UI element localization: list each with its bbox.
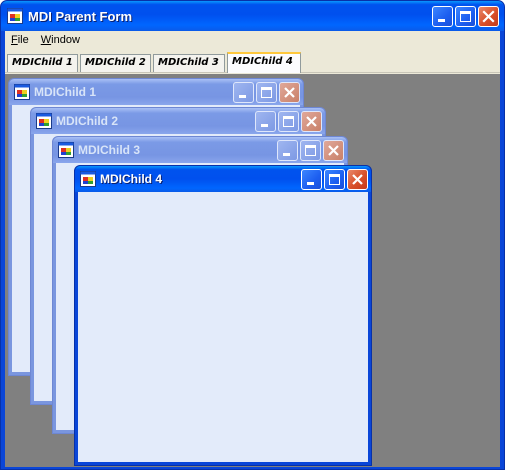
minimize-button[interactable] (432, 6, 453, 27)
close-button[interactable] (301, 111, 322, 132)
maximize-icon (261, 87, 272, 98)
minimize-button[interactable] (255, 111, 276, 132)
caption-buttons (301, 169, 368, 190)
caption-buttons (432, 6, 499, 27)
maximize-icon (305, 145, 316, 156)
minimize-icon (438, 19, 445, 22)
caption-buttons (233, 82, 300, 103)
maximize-button[interactable] (455, 6, 476, 27)
menu-file[interactable]: File (5, 31, 35, 50)
mdi-child-window-4[interactable]: MDIChild 4 (74, 165, 372, 466)
maximize-button[interactable] (300, 140, 321, 161)
caption-buttons (277, 140, 344, 161)
app-form-icon[interactable] (7, 8, 23, 24)
mdi-container: MDIChild 1 MDIChild 2 MDIChild 3 MDIChil… (5, 74, 500, 467)
close-button[interactable] (279, 82, 300, 103)
menu-window[interactable]: Window (35, 31, 86, 50)
child-client-area[interactable] (78, 192, 368, 462)
app-form-icon[interactable] (80, 171, 96, 187)
close-icon (306, 116, 317, 127)
close-button[interactable] (347, 169, 368, 190)
child-title: MDIChild 1 (34, 85, 96, 99)
client-area: File Window MDIChild 1 MDIChild 2 MDIChi… (5, 31, 500, 467)
close-icon (482, 10, 495, 23)
menu-bar: File Window (5, 31, 500, 50)
maximize-button[interactable] (324, 169, 345, 190)
child-titlebar[interactable]: MDIChild 4 (75, 166, 371, 192)
tab-mdichild-4[interactable]: MDIChild 4 (227, 52, 301, 73)
child-titlebar[interactable]: MDIChild 3 (53, 137, 347, 163)
main-titlebar[interactable]: MDI Parent Form (1, 1, 504, 31)
minimize-icon (307, 182, 314, 185)
maximize-icon (283, 116, 294, 127)
mdi-tab-strip: MDIChild 1 MDIChild 2 MDIChild 3 MDIChil… (5, 51, 500, 73)
caption-buttons (255, 111, 322, 132)
close-icon (284, 87, 295, 98)
tab-mdichild-3[interactable]: MDIChild 3 (153, 54, 225, 72)
app-form-icon[interactable] (36, 113, 52, 129)
child-title: MDIChild 4 (100, 172, 162, 186)
child-title: MDIChild 3 (78, 143, 140, 157)
close-button[interactable] (323, 140, 344, 161)
tab-mdichild-1[interactable]: MDIChild 1 (7, 54, 78, 72)
close-icon (352, 174, 363, 185)
maximize-icon (329, 174, 340, 185)
minimize-button[interactable] (277, 140, 298, 161)
tab-mdichild-2[interactable]: MDIChild 2 (80, 54, 151, 72)
maximize-button[interactable] (278, 111, 299, 132)
minimize-button[interactable] (301, 169, 322, 190)
child-titlebar[interactable]: MDIChild 2 (31, 108, 325, 134)
close-button[interactable] (478, 6, 499, 27)
maximize-icon (460, 11, 471, 22)
close-icon (328, 145, 339, 156)
minimize-icon (283, 153, 290, 156)
app-form-icon[interactable] (14, 84, 30, 100)
maximize-button[interactable] (256, 82, 277, 103)
minimize-icon (239, 95, 246, 98)
child-titlebar[interactable]: MDIChild 1 (9, 79, 303, 105)
minimize-icon (261, 124, 268, 127)
main-window: MDI Parent Form File Window MDIChild 1 M… (0, 0, 505, 470)
window-title: MDI Parent Form (28, 9, 133, 24)
app-form-icon[interactable] (58, 142, 74, 158)
minimize-button[interactable] (233, 82, 254, 103)
child-title: MDIChild 2 (56, 114, 118, 128)
